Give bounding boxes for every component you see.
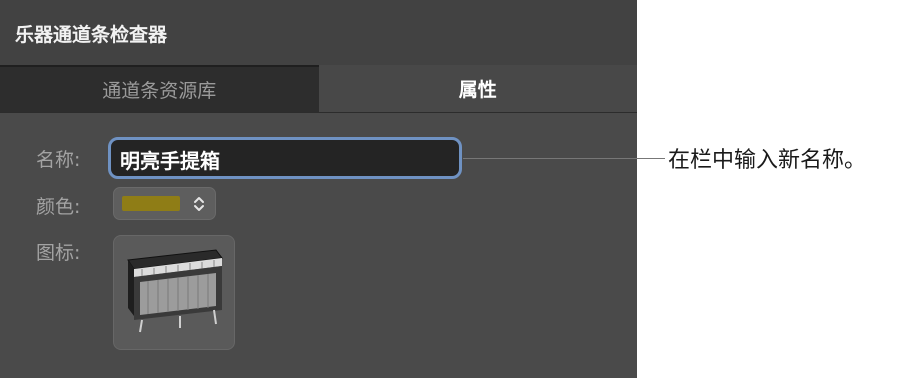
electric-piano-icon [127,249,223,333]
icon-label: 图标: [36,242,81,264]
tab-attributes[interactable]: 属性 [318,65,637,112]
callout-line [463,158,665,159]
icon-well[interactable] [113,235,235,350]
tab-channel-strip-library[interactable]: 通道条资源库 [0,65,319,112]
chevron-updown-icon [194,197,204,211]
color-swatch [122,196,180,211]
color-label: 颜色: [36,196,81,218]
name-label: 名称: [36,149,81,171]
callout-text: 在栏中输入新名称。 [668,148,867,173]
panel-title: 乐器通道条检查器 [0,0,637,65]
tab-bar: 通道条资源库 属性 [0,65,637,113]
color-select[interactable] [113,187,216,220]
name-field[interactable]: 明亮手提箱 [108,137,462,179]
inspector-panel: 乐器通道条检查器 通道条资源库 属性 名称: 明亮手提箱 颜色: 图标: [0,0,637,378]
